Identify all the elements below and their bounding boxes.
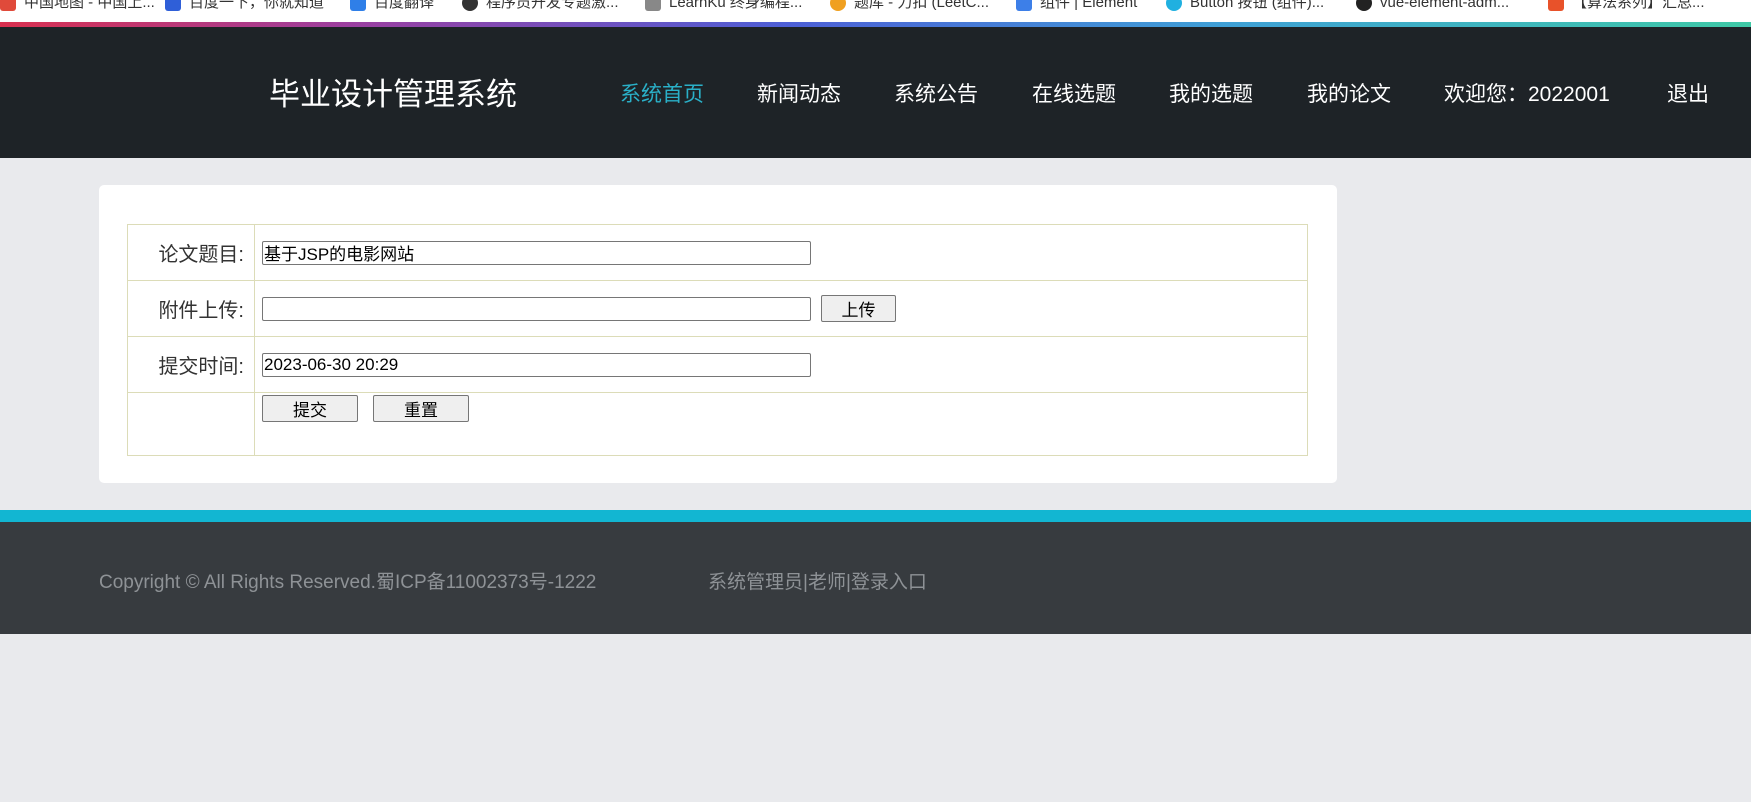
bookmark-label: 中国地图 - 中国上... <box>24 0 155 11</box>
bookmark-label: 百度一下，你就知道 <box>189 0 325 11</box>
footer-links: 系统管理员|老师|登录入口 <box>708 567 927 594</box>
bookmark-label: 百度翻译 <box>374 0 435 11</box>
bookmark-label: 组件 | Element <box>1040 0 1138 11</box>
bookmarks-bar: 中国地图 - 中国上... 百度一下，你就知道 百度翻译 程序员开发专题激...… <box>0 0 1751 24</box>
bookmark-item[interactable]: 程序员开发专题激... <box>462 0 619 15</box>
submit-time-label: 提交时间: <box>127 336 255 393</box>
translate-icon <box>350 0 366 12</box>
nav-item-home[interactable]: 系统首页 <box>620 83 704 107</box>
baidu-paw-icon <box>165 0 181 12</box>
nav-item-topic-selection[interactable]: 在线选题 <box>1032 83 1116 107</box>
actions-empty-cell <box>127 392 255 456</box>
nav-item-my-thesis[interactable]: 我的论文 <box>1307 83 1391 107</box>
nav-item-news[interactable]: 新闻动态 <box>757 83 841 107</box>
form-row-attachment: 附件上传: 上传 <box>127 280 1308 337</box>
attachment-input[interactable] <box>262 296 811 321</box>
bookmark-item[interactable]: 题库 - 力扣 (LeetC... <box>830 0 989 15</box>
attachment-label: 附件上传: <box>127 280 255 337</box>
learnku-icon <box>645 0 661 12</box>
thesis-form-card: 论文题目: 附件上传: 上传 提交时间: 提交重置 <box>99 185 1337 483</box>
site-footer: Copyright © All Rights Reserved.蜀ICP备110… <box>0 522 1751 634</box>
bookmark-label: 【算法系列】汇总... <box>1572 0 1705 11</box>
bookmark-item[interactable]: 【算法系列】汇总... <box>1548 0 1705 15</box>
submit-button[interactable]: 提交 <box>262 395 358 422</box>
thesis-form-table: 论文题目: 附件上传: 上传 提交时间: 提交重置 <box>127 224 1308 456</box>
bookmark-item[interactable]: 百度一下，你就知道 <box>165 0 324 15</box>
actions-cell: 提交 重置 <box>254 392 1308 456</box>
footer-link-login[interactable]: 登录入口 <box>851 572 927 593</box>
map-icon <box>0 0 16 12</box>
bookmark-label: LearnKu 终身编程... <box>669 0 803 11</box>
bookmark-item[interactable]: 百度翻译 <box>350 0 434 15</box>
bookmark-item[interactable]: vue-element-adm... <box>1356 0 1509 15</box>
site-header: 毕业设计管理系统 系统首页 新闻动态 系统公告 在线选题 我的选题 我的论文 欢… <box>0 27 1751 158</box>
cloud-icon <box>1166 0 1182 12</box>
bookmark-label: 程序员开发专题激... <box>486 0 619 11</box>
thesis-title-input[interactable] <box>262 240 811 265</box>
csdn-icon <box>1548 0 1564 12</box>
element-icon <box>1016 0 1032 12</box>
bookmark-item[interactable]: 中国地图 - 中国上... <box>0 0 155 15</box>
upload-button[interactable]: 上传 <box>821 295 896 322</box>
site-brand-title: 毕业设计管理系统 <box>269 77 517 112</box>
nav-item-my-topics[interactable]: 我的选题 <box>1169 83 1253 107</box>
copyright-text: Copyright © All Rights Reserved.蜀ICP备110… <box>99 572 597 593</box>
bookmark-item[interactable]: LearnKu 终身编程... <box>645 0 802 15</box>
form-row-title: 论文题目: <box>127 224 1308 281</box>
footer-link-teacher[interactable]: 老师 <box>808 572 846 593</box>
footer-accent-bar <box>0 510 1751 522</box>
leetcode-icon <box>830 0 846 12</box>
nav-item-welcome-user[interactable]: 欢迎您：2022001 <box>1444 83 1610 107</box>
thesis-title-cell <box>254 224 1308 281</box>
nav-item-notices[interactable]: 系统公告 <box>894 83 978 107</box>
bookmark-label: Button 按钮 (组件)... <box>1190 0 1325 11</box>
form-row-time: 提交时间: <box>127 336 1308 393</box>
submit-time-cell <box>254 336 1308 393</box>
thesis-title-label: 论文题目: <box>127 224 255 281</box>
attachment-cell: 上传 <box>254 280 1308 337</box>
site-icon <box>462 0 478 12</box>
form-row-actions: 提交 重置 <box>127 392 1308 456</box>
bookmark-label: 题库 - 力扣 (LeetC... <box>854 0 990 11</box>
bookmark-item[interactable]: Button 按钮 (组件)... <box>1166 0 1324 15</box>
bookmark-label: vue-element-adm... <box>1380 0 1510 11</box>
submit-time-input[interactable] <box>262 352 811 377</box>
footer-link-admin[interactable]: 系统管理员 <box>708 572 803 593</box>
github-icon <box>1356 0 1372 12</box>
bookmark-item[interactable]: 组件 | Element <box>1016 0 1137 15</box>
reset-button[interactable]: 重置 <box>373 395 469 422</box>
nav-item-logout[interactable]: 退出 <box>1667 83 1709 107</box>
